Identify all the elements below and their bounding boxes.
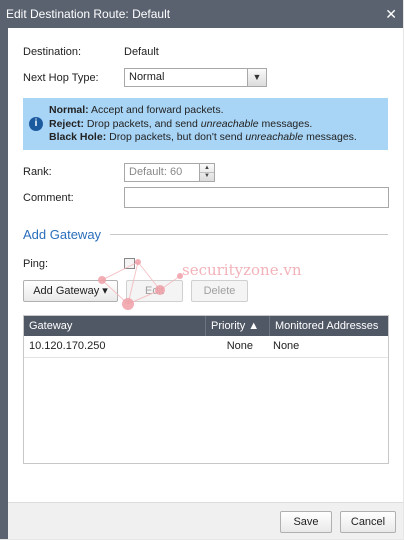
close-icon[interactable]: ✕ (385, 0, 397, 28)
save-button[interactable]: Save (280, 511, 332, 533)
dialog-titlebar: Edit Destination Route: Default ✕ (0, 0, 403, 28)
edit-button[interactable]: Edit (126, 280, 183, 302)
cell-priority: None (226, 340, 253, 352)
watermark-text: securityzone.vn (182, 261, 302, 279)
next-hop-type-select[interactable]: Normal ▼ (124, 68, 267, 87)
spin-down-icon[interactable]: ▼ (200, 172, 214, 180)
ping-checkbox[interactable] (124, 258, 135, 269)
table-row[interactable]: 10.120.170.250 None None (24, 336, 388, 358)
dialog-title: Edit Destination Route: Default (6, 7, 171, 21)
gateway-table: Gateway Priority ▲ Monitored Addresses 1… (23, 315, 389, 464)
column-header-monitored[interactable]: Monitored Addresses (269, 316, 388, 336)
rank-label: Rank: (23, 166, 52, 178)
chevron-down-icon[interactable]: ▼ (247, 69, 266, 86)
rank-placeholder: Default: 60 (129, 166, 183, 178)
cell-monitored: None (273, 340, 300, 352)
comment-label: Comment: (23, 192, 74, 204)
info-line-reject: Reject: Drop packets, and send unreachab… (49, 117, 313, 130)
add-gateway-section-title: Add Gateway (23, 227, 102, 242)
dialog-footer: Save Cancel (8, 502, 403, 539)
column-header-gateway[interactable]: Gateway (24, 316, 205, 336)
cell-gateway: 10.120.170.250 (29, 340, 106, 352)
info-box: i Normal: Accept and forward packets. Re… (23, 98, 388, 150)
edit-route-dialog: Edit Destination Route: Default ✕ Destin… (0, 0, 403, 539)
comment-input[interactable] (124, 187, 389, 208)
info-line-normal: Normal: Accept and forward packets. (49, 104, 224, 116)
column-header-priority[interactable]: Priority ▲ (205, 316, 269, 336)
destination-value: Default (124, 46, 159, 58)
dialog-content: Destination: Default Next Hop Type: Norm… (8, 28, 403, 502)
next-hop-type-value: Normal (129, 71, 165, 83)
rank-spinner-buttons: ▲ ▼ (199, 164, 214, 181)
ping-label: Ping: (23, 258, 49, 270)
destination-label: Destination: (23, 46, 82, 58)
info-icon: i (29, 117, 43, 131)
info-line-blackhole: Black Hole: Drop packets, but don't send… (49, 131, 357, 143)
next-hop-type-label: Next Hop Type: (23, 72, 99, 84)
delete-button[interactable]: Delete (191, 280, 248, 302)
cancel-button[interactable]: Cancel (340, 511, 396, 533)
add-gateway-button[interactable]: Add Gateway ▾ (23, 280, 118, 302)
rank-spinner[interactable]: Default: 60 ▲ ▼ (124, 163, 215, 182)
section-divider (110, 234, 388, 235)
table-header: Gateway Priority ▲ Monitored Addresses (24, 316, 388, 336)
